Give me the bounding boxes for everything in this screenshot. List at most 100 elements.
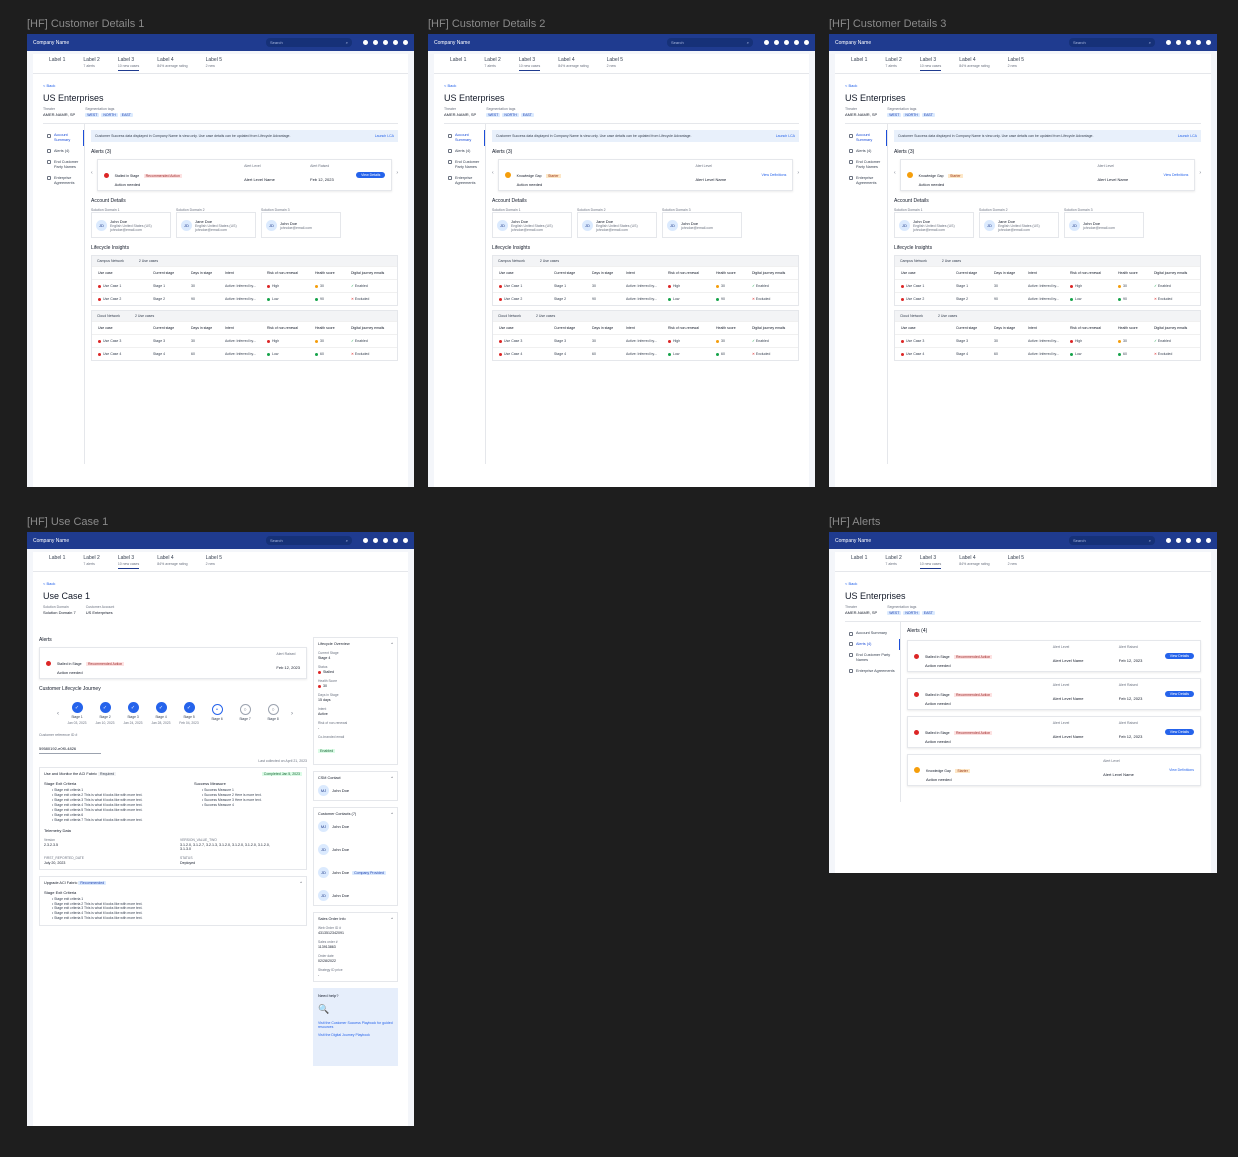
table-row[interactable]: Use Case 1 Stage 1 30 Active: Inferred by.… xyxy=(493,279,798,292)
alert-card-stalled[interactable]: Stalled in Stage Recommended Action Actio… xyxy=(96,159,393,191)
gear-icon[interactable] xyxy=(1186,538,1191,543)
chevron-left-icon[interactable]: ‹ xyxy=(57,711,59,717)
tab-label-5[interactable]: Label 52 new xyxy=(1008,54,1024,68)
tab-label-4[interactable]: Label 4 84% average rating xyxy=(558,54,588,68)
nav-end-customer[interactable]: End Customer Party Names xyxy=(845,650,900,666)
nav-enterprise[interactable]: Enterprise Agreements xyxy=(845,666,900,677)
table-row[interactable]: Use Case 4 Stage 4 60 Active: Inferred by.… xyxy=(493,347,798,360)
view-details-button[interactable]: View Details xyxy=(1164,691,1194,697)
gear-icon[interactable] xyxy=(383,538,388,543)
tab-label-1[interactable]: Label 1 xyxy=(851,552,867,562)
users-icon[interactable] xyxy=(393,40,398,45)
gear-icon[interactable] xyxy=(1186,40,1191,45)
chevron-up-icon[interactable]: ^ xyxy=(391,917,393,921)
tab-label-2[interactable]: Label 27 alerts xyxy=(885,54,901,68)
stage-step[interactable]: ○ Stage 7 xyxy=(231,704,259,723)
help-icon[interactable] xyxy=(373,40,378,45)
user-icon[interactable] xyxy=(1206,538,1211,543)
chevron-up-icon[interactable]: ^ xyxy=(391,642,393,646)
launch-lca-link[interactable]: Launch LCA xyxy=(375,134,394,138)
group-header[interactable]: Campus Network 2 Use cases xyxy=(493,256,798,266)
table-row[interactable]: Use Case 1 Stage 1 30 Active: Inferred by.… xyxy=(92,279,397,292)
help-icon[interactable] xyxy=(1176,40,1181,45)
back-link[interactable]: < Back xyxy=(845,581,1201,586)
tab-label-4[interactable]: Label 4 84% average rating xyxy=(157,54,187,68)
group-header[interactable]: Campus Network 2 Use cases xyxy=(895,256,1200,266)
alert-card-knowledge[interactable]: Knowledge Gap Starter Action needed Alert… xyxy=(907,754,1201,786)
tab-label-2[interactable]: Label 27 alerts xyxy=(885,552,901,566)
contact-card[interactable]: JD John Doe English United States (US) joh… xyxy=(894,212,974,238)
launch-lca-link[interactable]: Launch LCA xyxy=(776,134,795,138)
search-input[interactable]: Search ⌕ xyxy=(667,38,753,47)
stage-step[interactable]: ✓ Stage 2 Jan 10, 2023 xyxy=(91,702,119,725)
table-row[interactable]: Use Case 2 Stage 2 90 Active: Inferred by.… xyxy=(895,292,1200,305)
contact-card[interactable]: JD John Doe English United States (US) joh… xyxy=(492,212,572,238)
group-header[interactable]: Cloud Network 2 Use cases xyxy=(895,311,1200,321)
tab-label-2[interactable]: Label 27 alerts xyxy=(484,54,500,68)
tab-label-5[interactable]: Label 52 new xyxy=(607,54,623,68)
chevron-right-icon[interactable]: › xyxy=(797,170,799,176)
help-icon[interactable] xyxy=(774,40,779,45)
chevron-right-icon[interactable]: › xyxy=(1199,170,1201,176)
users-icon[interactable] xyxy=(1196,40,1201,45)
tab-label-5[interactable]: Label 52 new xyxy=(206,552,222,566)
stage-step[interactable]: ✓ Stage 5 Feb 04, 2023 xyxy=(175,702,203,725)
tab-label-1[interactable]: Label 1 xyxy=(450,54,466,64)
back-link[interactable]: < Back xyxy=(444,83,799,88)
ref-select[interactable]: 59580192-e0f0-4826 xyxy=(39,744,101,754)
launch-lca-link[interactable]: Launch LCA xyxy=(1178,134,1197,138)
tab-label-5[interactable]: Label 52 new xyxy=(1008,552,1024,566)
search-input[interactable]: Search ⌕ xyxy=(1069,38,1155,47)
help-link-playbook[interactable]: Visit the Customer Success Playbook for … xyxy=(318,1021,393,1029)
nav-account-summary[interactable]: Account Summary xyxy=(845,628,900,639)
alert-card-stalled[interactable]: Stalled in Stage Recommended Action Actio… xyxy=(907,716,1201,748)
nav-account-summary[interactable]: Account Summary xyxy=(444,130,485,146)
tab-label-3[interactable]: Label 3 10 new cases xyxy=(117,552,140,569)
bell-icon[interactable] xyxy=(764,40,769,45)
chevron-right-icon[interactable]: › xyxy=(291,711,293,717)
help-icon[interactable] xyxy=(1176,538,1181,543)
view-definitions-link[interactable]: View Definitions xyxy=(761,173,786,177)
alert-card[interactable]: Stalled in Stage Recommended Action Acti… xyxy=(39,647,307,679)
tab-label-3[interactable]: Label 3 10 new cases xyxy=(919,552,942,569)
chevron-left-icon[interactable]: ‹ xyxy=(91,170,93,176)
group-header[interactable]: Cloud Network 2 Use cases xyxy=(92,311,397,321)
user-icon[interactable] xyxy=(403,538,408,543)
contact-card[interactable]: JD Jane Doe English United States (US) joh… xyxy=(577,212,657,238)
stage-step[interactable]: ✓ Stage 4 Jan 28, 2023 xyxy=(147,702,175,725)
help-link-digital[interactable]: Visit the Digital Journey Playbook xyxy=(318,1033,393,1037)
gear-icon[interactable] xyxy=(784,40,789,45)
chevron-left-icon[interactable]: ‹ xyxy=(894,170,896,176)
alert-card-knowledge[interactable]: Knowledge Gap Starter Action needed Alert… xyxy=(899,159,1196,191)
table-row[interactable]: Use Case 3 Stage 3 30 Active: Inferred by.… xyxy=(493,334,798,347)
table-row[interactable]: Use Case 3 Stage 3 30 Active: Inferred by.… xyxy=(895,334,1200,347)
search-input[interactable]: Search ⌕ xyxy=(1069,536,1155,545)
nav-end-customer[interactable]: End Customer Party Names xyxy=(43,157,84,173)
users-icon[interactable] xyxy=(393,538,398,543)
contact-card[interactable]: JD Jane Doe English United States (US) joh… xyxy=(979,212,1059,238)
tab-label-3[interactable]: Label 3 10 new cases xyxy=(919,54,942,71)
tab-label-2[interactable]: Label 27 alerts xyxy=(83,54,99,68)
group-header[interactable]: Campus Network 2 Use cases xyxy=(92,256,397,266)
tab-label-2[interactable]: Label 27 alerts xyxy=(83,552,99,566)
stage-step[interactable]: ○ Stage 8 xyxy=(259,704,287,723)
tab-label-1[interactable]: Label 1 xyxy=(49,552,65,562)
nav-alerts[interactable]: Alerts (4) xyxy=(43,146,84,157)
table-row[interactable]: Use Case 2 Stage 2 90 Active: Inferred by.… xyxy=(92,292,397,305)
back-link[interactable]: < Back xyxy=(43,83,398,88)
nav-enterprise[interactable]: Enterprise Agreements xyxy=(845,173,887,189)
tab-label-4[interactable]: Label 4 84% average rating xyxy=(959,552,989,566)
bell-icon[interactable] xyxy=(363,538,368,543)
bell-icon[interactable] xyxy=(1166,40,1171,45)
nav-enterprise[interactable]: Enterprise Agreements xyxy=(444,173,485,189)
back-link[interactable]: < Back xyxy=(43,581,398,586)
alert-card-stalled[interactable]: Stalled in Stage Recommended Action Actio… xyxy=(907,678,1201,710)
user-icon[interactable] xyxy=(403,40,408,45)
alert-card-knowledge[interactable]: Knowledge Gap Starter Action needed Alert… xyxy=(497,159,794,191)
chevron-left-icon[interactable]: ‹ xyxy=(492,170,494,176)
users-icon[interactable] xyxy=(1196,538,1201,543)
nav-alerts[interactable]: Alerts (4) xyxy=(845,146,887,157)
group-header[interactable]: Cloud Network 2 Use cases xyxy=(493,311,798,321)
contact-card[interactable]: JD John Doe johndoe@email.com xyxy=(1064,212,1144,238)
contact-card[interactable]: JD John Doe johndoe@email.com xyxy=(662,212,742,238)
